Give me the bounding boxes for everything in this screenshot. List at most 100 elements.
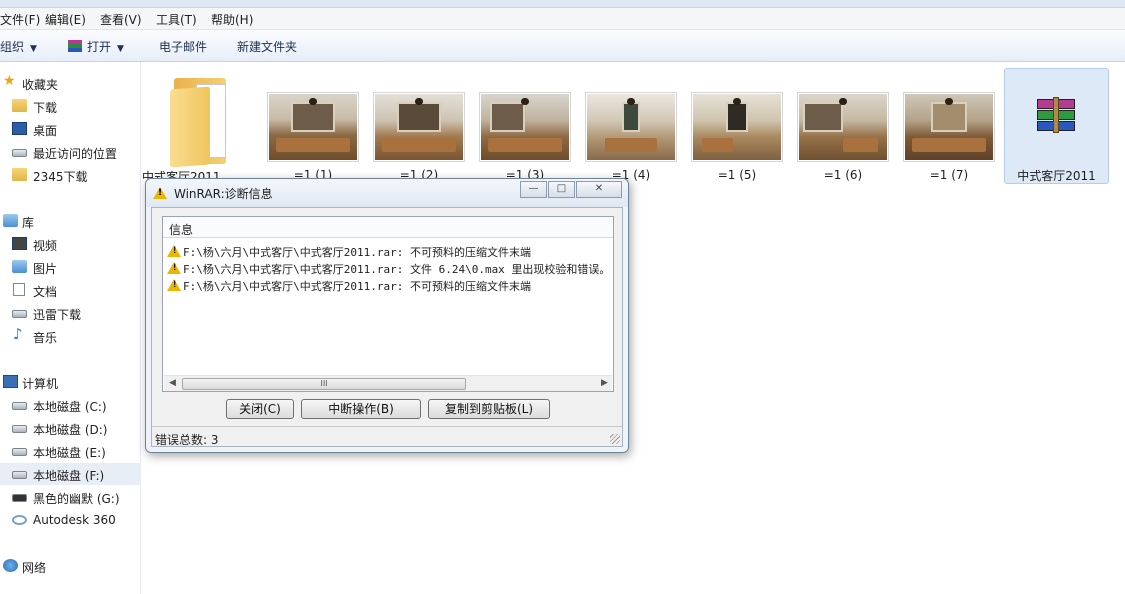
dialog-title-bar[interactable]: WinRAR:诊断信息 — □ ✕ (146, 179, 628, 207)
image-thumbnail (267, 92, 359, 162)
network-icon (3, 559, 18, 572)
maximize-button[interactable]: □ (548, 181, 575, 198)
nav-xunlei[interactable]: 迅雷下载 (0, 302, 141, 324)
image-thumbnail (479, 92, 571, 162)
image-label: =1 (5) (717, 168, 757, 182)
list-column-header[interactable]: 信息 (163, 217, 613, 238)
image-item[interactable]: =1 (6) (797, 62, 897, 184)
download-folder-icon (12, 99, 27, 112)
new-folder-button[interactable]: 新建文件夹 (237, 38, 297, 55)
library-icon (3, 214, 18, 227)
drive-icon (12, 448, 27, 456)
rar-archive-item[interactable]: 中式客厅2011 (1004, 68, 1109, 184)
nav-music[interactable]: ♪ 音乐 (0, 325, 141, 347)
navigation-pane: ★ 收藏夹 下载 桌面 最近访问的位置 2345下载 库 视频 图片 文档 迅雷下… (0, 62, 141, 594)
minimize-button[interactable]: — (520, 181, 547, 198)
nav-disk-e[interactable]: 本地磁盘 (E:) (0, 440, 141, 462)
image-label: =1 (7) (929, 168, 969, 182)
nav-autodesk[interactable]: Autodesk 360 (0, 509, 141, 531)
recent-places-icon (12, 149, 27, 157)
dialog-title: WinRAR:诊断信息 (174, 187, 273, 201)
computer-icon (3, 375, 18, 388)
message-list[interactable]: 信息 F:\杨\六月\中式客厅\中式客厅2011.rar: 不可预料的压缩文件末… (162, 216, 614, 392)
organize-button[interactable]: 组织 ▼ (0, 38, 37, 55)
folder-icon (170, 68, 236, 168)
nav-2345-downloads[interactable]: 2345下载 (0, 164, 141, 186)
image-item[interactable]: =1 (1) (267, 62, 367, 184)
drive-icon (12, 425, 27, 433)
image-item[interactable]: =1 (5) (691, 62, 791, 184)
resize-grip-icon[interactable] (610, 434, 620, 444)
nav-network[interactable]: 网络 (0, 555, 141, 577)
image-thumbnail (903, 92, 995, 162)
command-bar: 组织 ▼ 打开 ▼ 电子邮件 新建文件夹 (0, 30, 1125, 80)
image-item[interactable]: =1 (4) (585, 62, 685, 184)
music-icon: ♪ (13, 325, 23, 343)
break-operation-button[interactable]: 中断操作(B) (301, 399, 421, 419)
message-row[interactable]: F:\杨\六月\中式客厅\中式客厅2011.rar: 文件 6.24\0.max… (167, 259, 613, 276)
rar-label: 中式客厅2011 (1017, 169, 1096, 183)
nav-disk-f[interactable]: 本地磁盘 (F:) (0, 463, 141, 485)
email-button[interactable]: 电子邮件 (159, 38, 207, 55)
horizontal-scrollbar[interactable]: ◀ III ▶ (164, 375, 612, 391)
error-count: 错误总数: 3 (155, 433, 219, 447)
scroll-thumb[interactable]: III (182, 378, 466, 390)
message-row[interactable]: F:\杨\六月\中式客厅\中式客厅2011.rar: 不可预料的压缩文件末端 (167, 242, 613, 259)
scroll-right-icon[interactable]: ▶ (601, 378, 608, 388)
status-bar: 错误总数: 3 (152, 426, 622, 447)
menu-tools[interactable]: 工具(T) (156, 11, 197, 28)
scroll-left-icon[interactable]: ◀ (169, 378, 176, 388)
nav-disk-d[interactable]: 本地磁盘 (D:) (0, 417, 141, 439)
document-icon (13, 283, 25, 296)
download-icon (12, 310, 27, 318)
nav-libraries[interactable]: 库 (0, 210, 141, 232)
warning-icon (167, 279, 181, 291)
image-thumbnail (797, 92, 889, 162)
star-icon: ★ (3, 73, 16, 89)
image-item[interactable]: =1 (7) (903, 62, 1003, 184)
folder-icon (12, 168, 27, 181)
image-item[interactable]: =1 (2) (373, 62, 473, 184)
message-row[interactable]: F:\杨\六月\中式客厅\中式客厅2011.rar: 不可预料的压缩文件末端 (167, 276, 613, 293)
nav-disk-g[interactable]: 黑色的幽默 (G:) (0, 486, 141, 508)
nav-documents[interactable]: 文档 (0, 279, 141, 301)
nav-disk-c[interactable]: 本地磁盘 (C:) (0, 394, 141, 416)
menu-view[interactable]: 查看(V) (100, 11, 142, 28)
winrar-diagnostic-dialog: WinRAR:诊断信息 — □ ✕ 信息 F:\杨\六月\中式客厅\中式客厅20… (145, 178, 629, 453)
nav-computer[interactable]: 计算机 (0, 371, 141, 393)
warning-icon (167, 245, 181, 257)
removable-drive-icon (12, 494, 27, 502)
video-icon (12, 237, 27, 250)
image-thumbnail (691, 92, 783, 162)
close-window-button[interactable]: ✕ (576, 181, 622, 198)
nav-pictures[interactable]: 图片 (0, 256, 141, 278)
folder-item[interactable]: 中式客厅2011 (142, 62, 252, 184)
nav-downloads[interactable]: 下载 (0, 95, 141, 117)
menu-edit[interactable]: 编辑(E) (45, 11, 86, 28)
image-thumbnail (373, 92, 465, 162)
nav-favorites[interactable]: ★ 收藏夹 (0, 72, 141, 94)
winrar-archive-icon (1035, 97, 1077, 133)
desktop-icon (12, 122, 27, 135)
cloud-icon (12, 515, 27, 525)
winrar-small-icon (68, 40, 82, 52)
menu-file[interactable]: 文件(F) (0, 11, 40, 28)
system-drive-icon (12, 402, 27, 410)
menu-bar: 文件(F) 编辑(E) 查看(V) 工具(T) 帮助(H) (0, 8, 1125, 30)
image-label: =1 (6) (823, 168, 863, 182)
open-button[interactable]: 打开 ▼ (68, 38, 124, 55)
copy-to-clipboard-button[interactable]: 复制到剪贴板(L) (428, 399, 550, 419)
drive-icon (12, 471, 27, 479)
image-item[interactable]: =1 (3) (479, 62, 579, 184)
warning-icon (167, 262, 181, 274)
menu-help[interactable]: 帮助(H) (211, 11, 253, 28)
close-button[interactable]: 关闭(C) (226, 399, 294, 419)
window-top-edge (0, 0, 1125, 8)
image-thumbnail (585, 92, 677, 162)
dialog-body: 信息 F:\杨\六月\中式客厅\中式客厅2011.rar: 不可预料的压缩文件末… (151, 207, 623, 447)
warning-icon (153, 187, 167, 199)
picture-icon (12, 260, 27, 273)
nav-recent[interactable]: 最近访问的位置 (0, 141, 141, 163)
nav-desktop[interactable]: 桌面 (0, 118, 141, 140)
nav-videos[interactable]: 视频 (0, 233, 141, 255)
